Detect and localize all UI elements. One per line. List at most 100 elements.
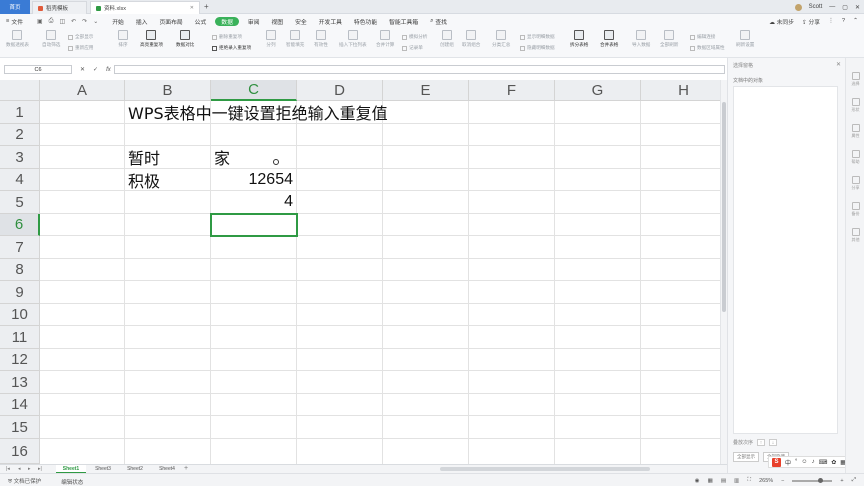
- sidebar-shapes[interactable]: 形状: [849, 98, 862, 113]
- menu-page-layout[interactable]: 页面布局: [153, 14, 188, 28]
- record-form-button[interactable]: 记录单: [402, 45, 423, 51]
- menu-insert[interactable]: 插入: [130, 14, 154, 28]
- cell-b3[interactable]: 暂时: [125, 146, 210, 168]
- skin-icon[interactable]: ✿: [831, 459, 836, 466]
- last-sheet-icon[interactable]: ▸|: [38, 466, 42, 472]
- subtotal-button[interactable]: 分类汇总: [492, 30, 510, 48]
- text-to-columns-button[interactable]: 分列: [266, 30, 276, 48]
- normal-view-icon[interactable]: ▦: [708, 478, 713, 484]
- reapply-button[interactable]: 重新应用: [68, 45, 93, 51]
- row-header-15[interactable]: 15: [0, 416, 40, 439]
- row-header-8[interactable]: 8: [0, 259, 40, 281]
- tab-home[interactable]: 首页: [0, 0, 30, 14]
- cell-b1[interactable]: WPS表格中一键设置拒绝输入重复值: [125, 101, 525, 123]
- row-header-10[interactable]: 10: [0, 304, 40, 326]
- import-data-button[interactable]: 导入数据: [632, 30, 650, 48]
- menu-special[interactable]: 特色功能: [348, 14, 383, 28]
- sort-button[interactable]: 排序: [118, 30, 128, 48]
- name-box[interactable]: C6: [4, 65, 72, 74]
- first-sheet-icon[interactable]: |◂: [6, 466, 10, 472]
- zoom-slider[interactable]: [792, 477, 833, 483]
- keyboard-icon[interactable]: ⌨: [819, 459, 828, 466]
- confirm-icon[interactable]: ✓: [93, 66, 98, 73]
- close-icon[interactable]: ✕: [190, 5, 194, 11]
- page-layout-icon[interactable]: ▤: [721, 478, 726, 484]
- menu-security[interactable]: 安全: [289, 14, 313, 28]
- redo-icon[interactable]: ↷: [82, 18, 87, 25]
- column-header-f[interactable]: F: [469, 80, 555, 101]
- row-header-6[interactable]: 6: [0, 214, 40, 236]
- maximize-icon[interactable]: ▢: [842, 4, 848, 11]
- sidebar-help[interactable]: 帮助: [849, 150, 862, 165]
- zoom-in-icon[interactable]: +: [840, 478, 843, 484]
- sidebar-select[interactable]: 选择: [849, 72, 862, 87]
- search-menu[interactable]: ⌕ 查找: [424, 14, 453, 28]
- cell-c4[interactable]: 12654: [211, 169, 296, 191]
- insert-dropdown-button[interactable]: 插入下拉列表: [339, 30, 367, 48]
- formula-input[interactable]: [114, 65, 725, 74]
- column-header-g[interactable]: G: [555, 80, 641, 101]
- column-header-d[interactable]: D: [297, 80, 383, 101]
- undo-icon[interactable]: ↶: [71, 18, 76, 25]
- split-sheet-button[interactable]: 拆分表格: [570, 30, 588, 48]
- column-header-b[interactable]: B: [125, 80, 211, 101]
- zoom-level[interactable]: 265%: [759, 478, 773, 484]
- show-all-objects-button[interactable]: 全部显示: [733, 452, 759, 462]
- sidebar-share[interactable]: 分享: [849, 176, 862, 191]
- fit-icon[interactable]: ⤢: [852, 477, 856, 484]
- autofilter-button[interactable]: 自动筛选: [42, 30, 60, 48]
- reject-duplicates-button[interactable]: 拒绝录入重复项: [212, 45, 251, 51]
- menu-data[interactable]: 数据: [215, 16, 239, 26]
- object-list[interactable]: [733, 86, 838, 434]
- row-header-4[interactable]: 4: [0, 169, 40, 191]
- column-header-e[interactable]: E: [383, 80, 469, 101]
- row-header-11[interactable]: 11: [0, 326, 40, 349]
- cancel-icon[interactable]: ✕: [80, 66, 85, 73]
- cell-b4[interactable]: 积极: [125, 169, 210, 191]
- refresh-all-button[interactable]: 全部刷新: [660, 30, 678, 48]
- more-icon[interactable]: ⋮: [828, 18, 834, 24]
- tab-docer-templates[interactable]: 稻壳模板: [32, 1, 87, 14]
- prev-sheet-icon[interactable]: ◂: [18, 466, 21, 472]
- sheet-tab-sheet3[interactable]: Sheet3: [88, 465, 118, 473]
- vertical-scrollbar[interactable]: [720, 80, 727, 464]
- sheet-tab-sheet1[interactable]: Sheet1: [56, 465, 86, 473]
- move-up-icon[interactable]: ↑: [757, 439, 766, 446]
- share-button[interactable]: ⇪ 分享: [802, 17, 820, 26]
- menu-review[interactable]: 审阅: [242, 14, 266, 28]
- select-all-corner[interactable]: [0, 80, 40, 101]
- row-header-3[interactable]: 3: [0, 146, 40, 169]
- row-header-2[interactable]: 2: [0, 124, 40, 146]
- help-icon[interactable]: ?: [842, 18, 845, 24]
- row-header-12[interactable]: 12: [0, 349, 40, 371]
- column-header-h[interactable]: H: [641, 80, 720, 101]
- data-range-props-button[interactable]: 数据区域属性: [690, 45, 725, 51]
- emoji-icon[interactable]: ☺: [801, 459, 807, 465]
- show-all-button[interactable]: 全部显示: [68, 34, 93, 40]
- avatar[interactable]: [794, 3, 802, 11]
- cell-c3[interactable]: 家: [211, 146, 296, 168]
- what-if-button[interactable]: 模拟分析: [402, 34, 427, 40]
- fx-icon[interactable]: fx: [106, 67, 111, 73]
- mic-icon[interactable]: ♪: [812, 459, 815, 465]
- merge-sheet-button[interactable]: 合并表格: [600, 30, 618, 48]
- active-cell-c6[interactable]: [210, 213, 298, 237]
- consolidate-button[interactable]: 合并计算: [376, 30, 394, 48]
- row-header-16[interactable]: 16: [0, 439, 40, 464]
- row-header-1[interactable]: 1: [0, 101, 40, 124]
- row-header-7[interactable]: 7: [0, 236, 40, 259]
- validity-button[interactable]: 有效性: [314, 30, 328, 48]
- menu-developer[interactable]: 开发工具: [313, 14, 348, 28]
- menu-view[interactable]: 视图: [266, 14, 290, 28]
- row-header-9[interactable]: 9: [0, 281, 40, 304]
- pivot-table-button[interactable]: 数据透视表: [6, 30, 29, 48]
- new-tab-button[interactable]: +: [204, 2, 209, 11]
- collapse-ribbon-icon[interactable]: ⌃: [853, 18, 858, 24]
- remove-duplicates-button[interactable]: 删除重复项: [212, 34, 242, 40]
- create-group-button[interactable]: 创建组: [440, 30, 454, 48]
- customize-icon[interactable]: ⌄: [93, 18, 98, 25]
- preview-icon[interactable]: ◫: [59, 18, 65, 25]
- sheet-tab-sheet4[interactable]: Sheet4: [152, 465, 182, 473]
- sync-status[interactable]: ☁ 未同步: [769, 17, 794, 26]
- minimize-icon[interactable]: —: [829, 4, 835, 10]
